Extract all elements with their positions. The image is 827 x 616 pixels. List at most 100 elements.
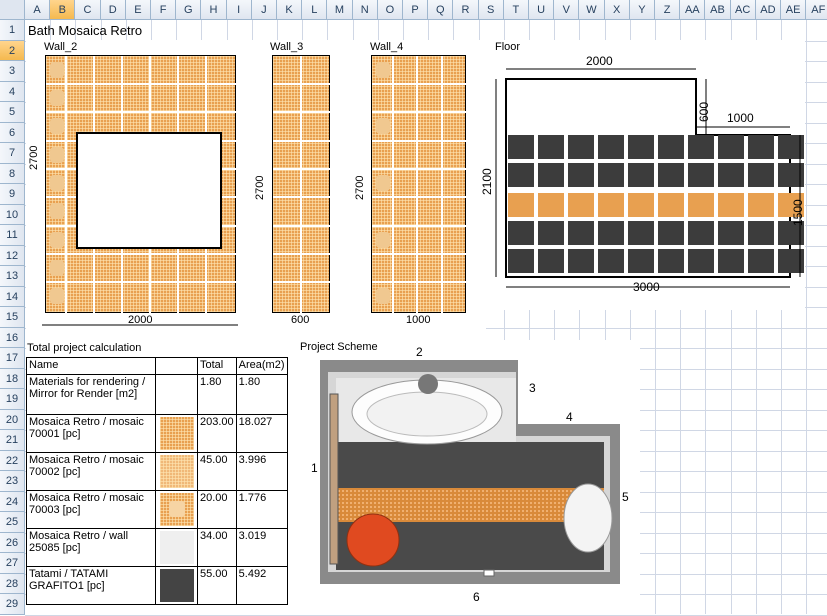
column-header[interactable]: AE (781, 0, 807, 20)
column-header[interactable]: T (503, 0, 529, 20)
wall2-height-label: 2700 (28, 145, 40, 170)
column-header[interactable]: M (327, 0, 353, 20)
row-swatch (155, 374, 198, 415)
column-header[interactable]: E (125, 0, 151, 20)
column-header[interactable]: L (302, 0, 328, 20)
column-header[interactable]: C (75, 0, 101, 20)
row-swatch (155, 490, 198, 529)
column-header[interactable]: R (453, 0, 479, 20)
column-header[interactable]: Y (629, 0, 655, 20)
row-header[interactable]: 25 (0, 512, 25, 533)
row-header[interactable]: 3 (0, 61, 25, 82)
row-header[interactable]: 28 (0, 573, 25, 594)
mosaic-light-swatch (159, 455, 194, 488)
table-row: Materials for rendering / Mirror for Ren… (26, 374, 288, 415)
column-header[interactable]: P (403, 0, 429, 20)
row-header[interactable]: 29 (0, 594, 25, 615)
column-header[interactable]: U (529, 0, 555, 20)
column-header[interactable]: AF (806, 0, 827, 20)
column-header[interactable]: Z (655, 0, 681, 20)
row-total: 34.00 (197, 528, 237, 567)
row-header[interactable]: 6 (0, 122, 25, 143)
select-all-corner[interactable] (0, 0, 25, 20)
table-row: Mosaica Retro / mosaic 70001 [pc] 203.00… (26, 414, 288, 453)
row-header[interactable]: 4 (0, 81, 25, 102)
row-header[interactable]: 5 (0, 102, 25, 123)
column-header[interactable]: I (226, 0, 252, 20)
wall3-tiles (272, 55, 331, 314)
column-header[interactable]: D (100, 0, 126, 20)
column-header[interactable]: V (554, 0, 580, 20)
table-row: Mosaica Retro / mosaic 70003 [pc] 20.00 … (26, 490, 288, 529)
wall2-label: Wall_2 (44, 41, 78, 53)
floor-notch-width-label: 1000 (727, 111, 754, 125)
row-header[interactable]: 11 (0, 225, 25, 246)
column-header[interactable]: J (251, 0, 277, 20)
header-swatch (155, 357, 198, 375)
row-name: Materials for rendering / Mirror for Ren… (26, 374, 156, 415)
row-header[interactable]: 8 (0, 163, 25, 184)
calc-header-row: Name Total Area(m2) (26, 357, 288, 375)
row-header[interactable]: 2 (0, 40, 25, 61)
wall3-label: Wall_3 (270, 41, 304, 53)
column-header[interactable]: K (277, 0, 303, 20)
floor-plan (495, 68, 804, 288)
header-name: Name (26, 357, 156, 375)
column-header[interactable]: O (377, 0, 403, 20)
row-area: 1.776 (235, 490, 288, 529)
column-header[interactable]: Q (428, 0, 454, 20)
row-area: 1.80 (235, 374, 288, 415)
column-header[interactable]: AA (680, 0, 706, 20)
column-header[interactable]: N (352, 0, 378, 20)
column-header[interactable]: A (25, 0, 51, 20)
row-area: 5.492 (235, 566, 288, 605)
row-header[interactable]: 27 (0, 553, 25, 574)
wall4-label: Wall_4 (370, 41, 404, 53)
column-header[interactable]: S (478, 0, 504, 20)
sheet-title: Bath Mosaica Retro (28, 23, 143, 38)
row-header[interactable]: 7 (0, 143, 25, 164)
column-header[interactable]: F (151, 0, 177, 20)
column-header[interactable]: B (50, 0, 76, 20)
scheme-title: Project Scheme (300, 341, 378, 353)
column-header[interactable]: W (579, 0, 605, 20)
row-header[interactable]: 20 (0, 409, 25, 430)
column-header[interactable]: X (604, 0, 630, 20)
row-header[interactable]: 13 (0, 266, 25, 287)
row-header[interactable]: 21 (0, 430, 25, 451)
row-header[interactable]: 16 (0, 327, 25, 348)
mosaic-orange-swatch (159, 417, 194, 450)
row-header[interactable]: 17 (0, 348, 25, 369)
row-header[interactable]: 24 (0, 491, 25, 512)
row-total: 45.00 (197, 452, 237, 491)
column-header[interactable]: G (176, 0, 202, 20)
wall2-width-dimension (42, 324, 238, 326)
row-header[interactable]: 9 (0, 184, 25, 205)
floor-top-width-label: 2000 (586, 54, 613, 68)
row-total: 55.00 (197, 566, 237, 605)
scheme-side-1: 2 (416, 345, 423, 359)
row-header[interactable]: 23 (0, 471, 25, 492)
column-header[interactable]: AB (705, 0, 731, 20)
row-header[interactable]: 10 (0, 204, 25, 225)
header-total: Total (197, 357, 237, 375)
row-header[interactable]: 18 (0, 368, 25, 389)
row-swatch (155, 528, 198, 567)
calc-title: Total project calculation (27, 342, 142, 354)
row-header[interactable]: 1 (0, 20, 25, 41)
row-header[interactable]: 15 (0, 307, 25, 328)
row-header[interactable]: 22 (0, 450, 25, 471)
row-name: Mosaica Retro / mosaic 70003 [pc] (26, 490, 156, 529)
row-header[interactable]: 19 (0, 389, 25, 410)
table-row: Tatami / TATAMI GRAFITO1 [pc] 55.00 5.49… (26, 566, 288, 605)
column-header[interactable]: AD (755, 0, 781, 20)
scheme-side-0: 1 (311, 461, 318, 475)
row-header[interactable]: 14 (0, 286, 25, 307)
column-header[interactable]: H (201, 0, 227, 20)
floor-label: Floor (495, 41, 521, 53)
row-name: Tatami / TATAMI GRAFITO1 [pc] (26, 566, 156, 605)
row-header[interactable]: 12 (0, 245, 25, 266)
table-row: Mosaica Retro / mosaic 70002 [pc] 45.00 … (26, 452, 288, 491)
column-header[interactable]: AC (730, 0, 756, 20)
row-header[interactable]: 26 (0, 532, 25, 553)
